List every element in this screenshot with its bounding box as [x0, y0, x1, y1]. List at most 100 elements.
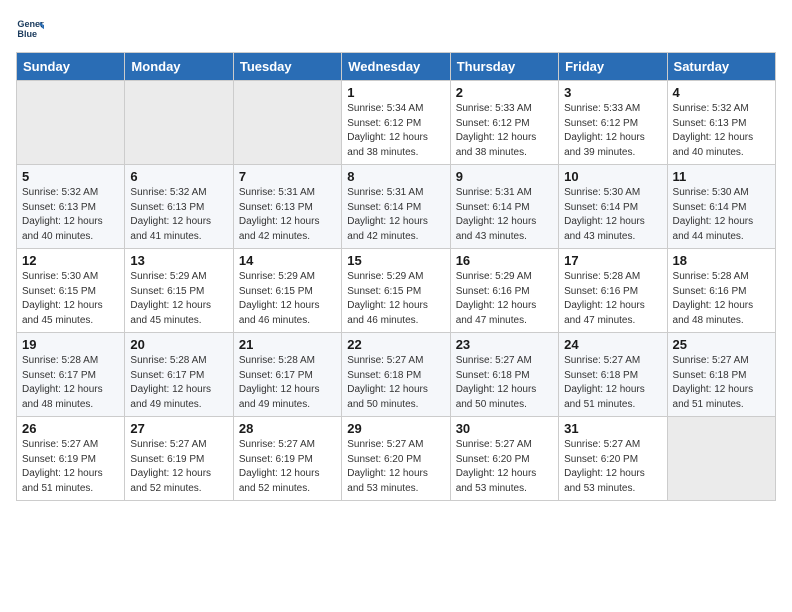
day-info: Sunrise: 5:28 AM Sunset: 6:17 PM Dayligh… [239, 354, 336, 412]
day-number: 24 [564, 337, 661, 352]
day-info: Sunrise: 5:27 AM Sunset: 6:18 PM Dayligh… [347, 354, 444, 412]
day-number: 14 [239, 253, 336, 268]
day-number: 23 [456, 337, 553, 352]
weekday-header-saturday: Saturday [667, 53, 775, 81]
day-number: 30 [456, 421, 553, 436]
calendar-cell: 9 Sunrise: 5:31 AM Sunset: 6:14 PM Daylig… [450, 165, 558, 249]
day-number: 10 [564, 169, 661, 184]
day-number: 5 [22, 169, 119, 184]
day-number: 11 [673, 169, 770, 184]
day-info: Sunrise: 5:31 AM Sunset: 6:14 PM Dayligh… [456, 186, 553, 244]
calendar-cell: 11 Sunrise: 5:30 AM Sunset: 6:14 PM Dayli… [667, 165, 775, 249]
day-number: 9 [456, 169, 553, 184]
logo: General Blue [16, 16, 48, 44]
weekday-header-tuesday: Tuesday [233, 53, 341, 81]
day-info: Sunrise: 5:27 AM Sunset: 6:19 PM Dayligh… [22, 438, 119, 496]
day-info: Sunrise: 5:30 AM Sunset: 6:14 PM Dayligh… [673, 186, 770, 244]
calendar-cell: 18 Sunrise: 5:28 AM Sunset: 6:16 PM Dayli… [667, 249, 775, 333]
calendar-cell: 13 Sunrise: 5:29 AM Sunset: 6:15 PM Dayli… [125, 249, 233, 333]
day-number: 18 [673, 253, 770, 268]
calendar-cell: 24 Sunrise: 5:27 AM Sunset: 6:18 PM Dayli… [559, 333, 667, 417]
day-info: Sunrise: 5:32 AM Sunset: 6:13 PM Dayligh… [22, 186, 119, 244]
calendar-week-row: 26 Sunrise: 5:27 AM Sunset: 6:19 PM Dayli… [17, 417, 776, 501]
day-number: 13 [130, 253, 227, 268]
calendar-cell: 16Sunrise: 5:29 AM Sunset: 6:16 PM Dayli… [450, 249, 558, 333]
day-info: Sunrise: 5:28 AM Sunset: 6:16 PM Dayligh… [564, 270, 661, 328]
calendar-cell: 28 Sunrise: 5:27 AM Sunset: 6:19 PM Dayli… [233, 417, 341, 501]
day-number: 8 [347, 169, 444, 184]
calendar-cell: 10Sunrise: 5:30 AM Sunset: 6:14 PM Dayli… [559, 165, 667, 249]
day-info: Sunrise: 5:33 AM Sunset: 6:12 PM Dayligh… [456, 102, 553, 160]
day-number: 27 [130, 421, 227, 436]
calendar-cell: 30 Sunrise: 5:27 AM Sunset: 6:20 PM Dayli… [450, 417, 558, 501]
calendar-cell: 26 Sunrise: 5:27 AM Sunset: 6:19 PM Dayli… [17, 417, 125, 501]
day-info: Sunrise: 5:27 AM Sunset: 6:20 PM Dayligh… [456, 438, 553, 496]
day-info: Sunrise: 5:30 AM Sunset: 6:15 PM Dayligh… [22, 270, 119, 328]
calendar-cell: 19 Sunrise: 5:28 AM Sunset: 6:17 PM Dayli… [17, 333, 125, 417]
day-info: Sunrise: 5:31 AM Sunset: 6:13 PM Dayligh… [239, 186, 336, 244]
day-number: 26 [22, 421, 119, 436]
day-number: 25 [673, 337, 770, 352]
calendar-cell: 5 Sunrise: 5:32 AM Sunset: 6:13 PM Daylig… [17, 165, 125, 249]
calendar-week-row: 5 Sunrise: 5:32 AM Sunset: 6:13 PM Daylig… [17, 165, 776, 249]
day-info: Sunrise: 5:34 AM Sunset: 6:12 PM Dayligh… [347, 102, 444, 160]
day-info: Sunrise: 5:27 AM Sunset: 6:20 PM Dayligh… [564, 438, 661, 496]
day-info: Sunrise: 5:27 AM Sunset: 6:20 PM Dayligh… [347, 438, 444, 496]
weekday-header-wednesday: Wednesday [342, 53, 450, 81]
day-info: Sunrise: 5:27 AM Sunset: 6:18 PM Dayligh… [564, 354, 661, 412]
weekday-header-monday: Monday [125, 53, 233, 81]
day-number: 15 [347, 253, 444, 268]
day-info: Sunrise: 5:29 AM Sunset: 6:15 PM Dayligh… [130, 270, 227, 328]
day-number: 4 [673, 85, 770, 100]
calendar-cell: 7 Sunrise: 5:31 AM Sunset: 6:13 PM Daylig… [233, 165, 341, 249]
day-info: Sunrise: 5:27 AM Sunset: 6:18 PM Dayligh… [456, 354, 553, 412]
day-info: Sunrise: 5:27 AM Sunset: 6:19 PM Dayligh… [130, 438, 227, 496]
day-number: 22 [347, 337, 444, 352]
calendar-week-row: 12 Sunrise: 5:30 AM Sunset: 6:15 PM Dayli… [17, 249, 776, 333]
calendar-cell: 8 Sunrise: 5:31 AM Sunset: 6:14 PM Daylig… [342, 165, 450, 249]
day-info: Sunrise: 5:27 AM Sunset: 6:18 PM Dayligh… [673, 354, 770, 412]
day-number: 2 [456, 85, 553, 100]
day-info: Sunrise: 5:31 AM Sunset: 6:14 PM Dayligh… [347, 186, 444, 244]
calendar-cell: 17 Sunrise: 5:28 AM Sunset: 6:16 PM Dayli… [559, 249, 667, 333]
calendar-cell: 15 Sunrise: 5:29 AM Sunset: 6:15 PM Dayli… [342, 249, 450, 333]
day-number: 20 [130, 337, 227, 352]
day-number: 3 [564, 85, 661, 100]
calendar-cell: 1 Sunrise: 5:34 AM Sunset: 6:12 PM Daylig… [342, 81, 450, 165]
calendar-table: SundayMondayTuesdayWednesdayThursdayFrid… [16, 52, 776, 501]
day-number: 6 [130, 169, 227, 184]
day-info: Sunrise: 5:27 AM Sunset: 6:19 PM Dayligh… [239, 438, 336, 496]
day-info: Sunrise: 5:29 AM Sunset: 6:15 PM Dayligh… [347, 270, 444, 328]
svg-text:Blue: Blue [17, 29, 37, 39]
calendar-cell: 21Sunrise: 5:28 AM Sunset: 6:17 PM Dayli… [233, 333, 341, 417]
day-number: 1 [347, 85, 444, 100]
calendar-cell: 12 Sunrise: 5:30 AM Sunset: 6:15 PM Dayli… [17, 249, 125, 333]
day-info: Sunrise: 5:32 AM Sunset: 6:13 PM Dayligh… [673, 102, 770, 160]
weekday-header-friday: Friday [559, 53, 667, 81]
calendar-cell: 2 Sunrise: 5:33 AM Sunset: 6:12 PM Daylig… [450, 81, 558, 165]
day-number: 16 [456, 253, 553, 268]
calendar-cell: 3 Sunrise: 5:33 AM Sunset: 6:12 PM Daylig… [559, 81, 667, 165]
calendar-cell: 20 Sunrise: 5:28 AM Sunset: 6:17 PM Dayli… [125, 333, 233, 417]
page-header: General Blue [16, 16, 776, 44]
day-info: Sunrise: 5:28 AM Sunset: 6:17 PM Dayligh… [130, 354, 227, 412]
calendar-cell [125, 81, 233, 165]
calendar-cell: 23 Sunrise: 5:27 AM Sunset: 6:18 PM Dayli… [450, 333, 558, 417]
day-number: 29 [347, 421, 444, 436]
day-number: 28 [239, 421, 336, 436]
calendar-cell: 25 Sunrise: 5:27 AM Sunset: 6:18 PM Dayli… [667, 333, 775, 417]
day-info: Sunrise: 5:28 AM Sunset: 6:16 PM Dayligh… [673, 270, 770, 328]
day-number: 19 [22, 337, 119, 352]
day-number: 17 [564, 253, 661, 268]
day-info: Sunrise: 5:28 AM Sunset: 6:17 PM Dayligh… [22, 354, 119, 412]
day-info: Sunrise: 5:32 AM Sunset: 6:13 PM Dayligh… [130, 186, 227, 244]
day-number: 12 [22, 253, 119, 268]
calendar-cell: 31Sunrise: 5:27 AM Sunset: 6:20 PM Dayli… [559, 417, 667, 501]
calendar-cell: 22 Sunrise: 5:27 AM Sunset: 6:18 PM Dayli… [342, 333, 450, 417]
day-info: Sunrise: 5:33 AM Sunset: 6:12 PM Dayligh… [564, 102, 661, 160]
day-number: 7 [239, 169, 336, 184]
weekday-header-thursday: Thursday [450, 53, 558, 81]
calendar-cell [233, 81, 341, 165]
calendar-cell: 6 Sunrise: 5:32 AM Sunset: 6:13 PM Daylig… [125, 165, 233, 249]
calendar-header-row: SundayMondayTuesdayWednesdayThursdayFrid… [17, 53, 776, 81]
